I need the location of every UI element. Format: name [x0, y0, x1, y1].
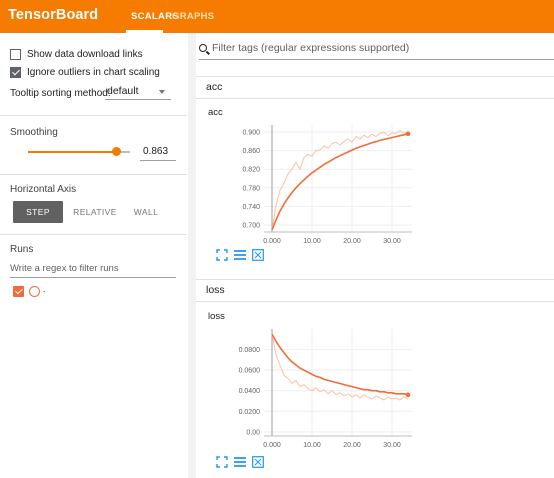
x-tick-label: 30.00: [383, 442, 401, 449]
app-title: TensorBoard: [8, 7, 99, 23]
ignore-outliers-checkbox[interactable]: [10, 67, 21, 78]
tag-filter-input[interactable]: Filter tags (regular expressions support…: [199, 41, 554, 60]
fullscreen-icon[interactable]: [216, 456, 228, 468]
ignore-outliers-label: Ignore outliers in chart scaling: [27, 67, 160, 78]
group-title: loss: [206, 284, 225, 296]
axis-relative-button[interactable]: RELATIVE: [70, 201, 120, 223]
smoothed-series-line: [271, 333, 409, 396]
y-tick-label: 0.780: [242, 185, 260, 192]
tab-graphs[interactable]: GRAPHS: [172, 11, 214, 22]
smoothing-value-input[interactable]: 0.863: [143, 146, 168, 157]
x-tick-label: 30.00: [383, 238, 401, 245]
series-endpoint: [405, 392, 411, 398]
horizontal-axis-title: Horizontal Axis: [10, 184, 77, 195]
loss-chart[interactable]: 0.0800 0.0600 0.0400 0.0200 0.000.000 10.00 20…: [196, 321, 426, 466]
x-tick-label: 10.00: [303, 442, 321, 449]
group-header-loss[interactable]: loss: [196, 279, 554, 302]
sidebar: Show data download links Ignore outliers…: [0, 33, 189, 478]
smoothed-series-line: [271, 133, 409, 231]
x-tick-label: 20.00: [343, 238, 361, 245]
group-title: acc: [206, 81, 223, 93]
top-bar: TensorBoard SCALARS GRAPHS: [0, 0, 554, 33]
runs-filter-input[interactable]: Write a regex to filter runs: [10, 263, 176, 278]
fit-domain-icon[interactable]: [252, 249, 264, 261]
x-tick-label: 10.00: [303, 238, 321, 245]
y-tick-label: 0.820: [242, 167, 260, 174]
y-tick-label: 0.0800: [239, 347, 261, 354]
series-endpoint: [405, 131, 411, 137]
show-download-links-label: Show data download links: [27, 49, 143, 60]
divider: [0, 234, 187, 235]
x-tick-label: 0.000: [263, 442, 281, 449]
smoothing-slider[interactable]: [28, 147, 130, 156]
y-tick-label: 0.0600: [239, 368, 261, 375]
runs-title: Runs: [10, 244, 34, 255]
run-color-circle[interactable]: [29, 286, 40, 297]
run-checkbox[interactable]: [13, 286, 24, 297]
search-icon: [199, 44, 207, 52]
chevron-down-icon: [159, 90, 165, 94]
y-tick-label: 0.700: [242, 223, 260, 230]
run-name: .: [43, 284, 46, 294]
smoothing-slider-fill: [28, 151, 117, 153]
y-tick-label: 0.900: [242, 129, 260, 136]
smoothing-slider-thumb[interactable]: [112, 147, 122, 156]
acc-chart[interactable]: 0.900 0.860 0.820 0.780 0.740 0.700 0.000 10.00…: [196, 117, 426, 262]
log-scale-icon[interactable]: [234, 456, 246, 468]
tag-filter-placeholder: Filter tags (regular expressions support…: [212, 42, 410, 54]
show-download-links-checkbox[interactable]: [10, 49, 21, 60]
y-tick-label: 0.0400: [239, 388, 261, 395]
raw-series-line: [271, 334, 409, 401]
x-tick-label: 0.000: [263, 238, 281, 245]
chart-card-loss: loss 0.0800 0.0600 0.0400 0.0200 0.00 0.000 10…: [196, 306, 554, 478]
fullscreen-icon[interactable]: [216, 249, 228, 261]
axis-wall-button[interactable]: WALL: [124, 201, 168, 223]
sidebar-gutter: [188, 33, 196, 478]
smoothing-value-underline: [140, 160, 176, 161]
axis-step-button[interactable]: STEP: [13, 201, 63, 223]
y-tick-label: 0.0200: [239, 409, 261, 416]
tooltip-sorting-dropdown[interactable]: default: [105, 84, 171, 100]
tooltip-sorting-label: Tooltip sorting method:: [10, 88, 111, 99]
group-header-acc[interactable]: acc: [196, 76, 554, 99]
smoothing-title: Smoothing: [10, 127, 58, 138]
divider: [0, 174, 187, 175]
y-tick-label: 0.00: [246, 429, 260, 436]
fit-domain-icon[interactable]: [252, 456, 264, 468]
tooltip-sorting-value: default: [107, 85, 139, 97]
y-tick-label: 0.860: [242, 148, 260, 155]
raw-series-line: [271, 130, 409, 230]
chart-card-acc: acc 0.900 0.860 0.820 0.780 0.740 0.700 0.000 1…: [196, 102, 554, 272]
y-tick-label: 0.740: [242, 204, 260, 211]
divider: [0, 115, 187, 116]
x-tick-label: 20.00: [343, 442, 361, 449]
log-scale-icon[interactable]: [234, 249, 246, 261]
